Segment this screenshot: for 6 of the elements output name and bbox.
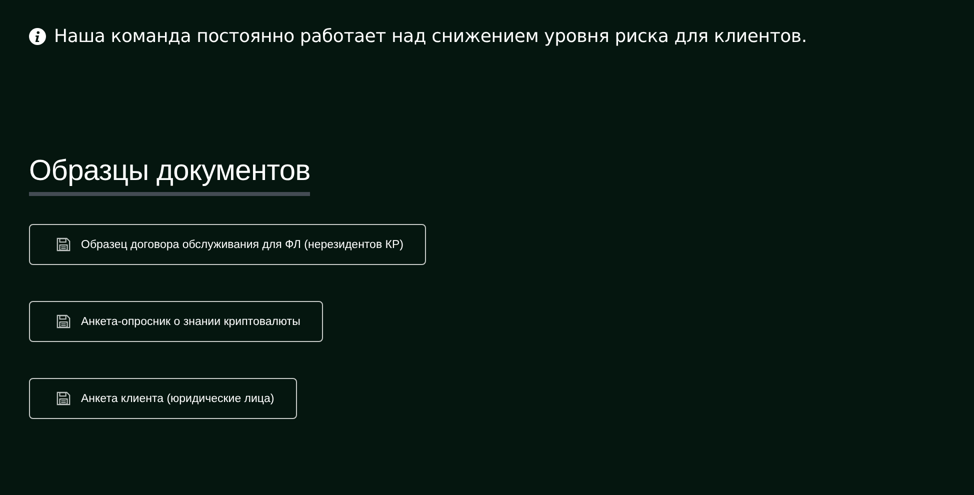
info-icon bbox=[29, 28, 46, 45]
section-title: Образцы документов bbox=[29, 155, 310, 196]
document-download-button[interactable]: Анкета клиента (юридические лица) bbox=[29, 378, 298, 419]
notice-text: Наша команда постоянно работает над снижением уровня риска для клиентов. bbox=[54, 26, 807, 47]
document-download-button[interactable]: Анкета-опросник о знании криптовалюты bbox=[29, 301, 324, 342]
document-download-button[interactable]: Образец договора обслуживания для ФЛ (нерезидентов КР) bbox=[29, 224, 426, 265]
